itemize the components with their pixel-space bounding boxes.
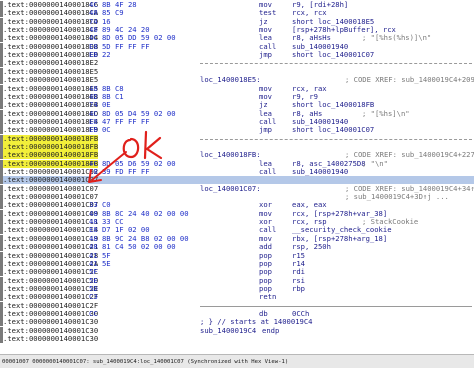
instruction-operands[interactable]: rdi [292, 268, 305, 276]
opcode-bytes: 48 81 C4 50 02 00 00 [89, 242, 176, 252]
instruction-mnemonic: endp [262, 325, 280, 335]
opcode-bytes: E8 39 FD FF FF [89, 167, 150, 176]
instruction-mnemonic: call [259, 167, 277, 176]
listing-line[interactable]: .text:0000000140001C21 48 81 C4 50 02 00 … [0, 242, 474, 252]
instruction-mnemonic: retn [259, 292, 277, 302]
instruction-operands[interactable]: short loc_1400018FB [292, 101, 374, 109]
instruction-operands[interactable]: sub_140001940 [292, 168, 348, 176]
instruction-mnemonic: jmp [259, 50, 272, 60]
code-label[interactable]: loc_140001C07: [200, 184, 261, 193]
instruction-mnemonic: jz [259, 100, 268, 110]
line-address[interactable]: .text:00000001400018EB [3, 101, 98, 109]
instruction-comment: ; CODE XREF: sub_1400019C4+209↑j [345, 75, 474, 85]
instruction-operands[interactable]: short loc_140001C07 [292, 51, 374, 59]
line-address[interactable]: .text:0000000140001C30 [3, 335, 98, 343]
opcode-bytes: 74 0E [89, 100, 111, 110]
line-address[interactable]: .text:0000000140001C21 [3, 243, 98, 251]
instruction-comment: ; "\n" [362, 158, 388, 168]
instruction-comment: ; sub_1400019C4+3D↑j ... [345, 192, 449, 202]
code-label[interactable]: loc_1400018E5: [200, 76, 261, 84]
instruction-operands[interactable]: rsp, 250h [292, 243, 331, 251]
function-separator [200, 138, 472, 140]
listing-line[interactable]: .text:00000001400018EB 74 0E jz short loc_1… [0, 100, 474, 110]
instruction-mnemonic: jmp [259, 125, 272, 135]
instruction-comment: ; "[%hs]\n" [362, 108, 410, 118]
code-label[interactable]: loc_1400018FB: [200, 151, 261, 159]
opcode-bytes: 5F [89, 267, 98, 277]
disassembly-listing[interactable]: .text:00000001400018C6 4C 8B 4F 28 mov r9, … [0, 0, 474, 353]
instruction-comment: ; "[%hs(%hs)]\n" [362, 33, 432, 43]
instruction-mnemonic: pop [259, 267, 272, 277]
function-separator [200, 305, 472, 307]
listing-line[interactable]: .text:0000000140001C2C 5F pop rdi [0, 267, 474, 277]
line-address[interactable]: .text:00000001400018E5 [3, 76, 98, 84]
line-address[interactable]: .text:0000000140001C2C [3, 268, 98, 276]
code-label[interactable]: sub_1400019C4 [200, 326, 256, 335]
listing-line[interactable]: .text:00000001400018E5 loc_1400018E5: ; CO… [0, 75, 474, 85]
status-bar: 00001007 0000000140001C07: sub_1400019C4… [0, 354, 474, 368]
instruction-operands[interactable]: rbp [292, 284, 305, 293]
instruction-operands[interactable]: short loc_140001C07 [292, 126, 374, 134]
instruction-mnemonic: add [259, 242, 272, 252]
function-separator [200, 63, 472, 65]
listing-line[interactable]: .text:0000000140001C30 [0, 335, 474, 343]
